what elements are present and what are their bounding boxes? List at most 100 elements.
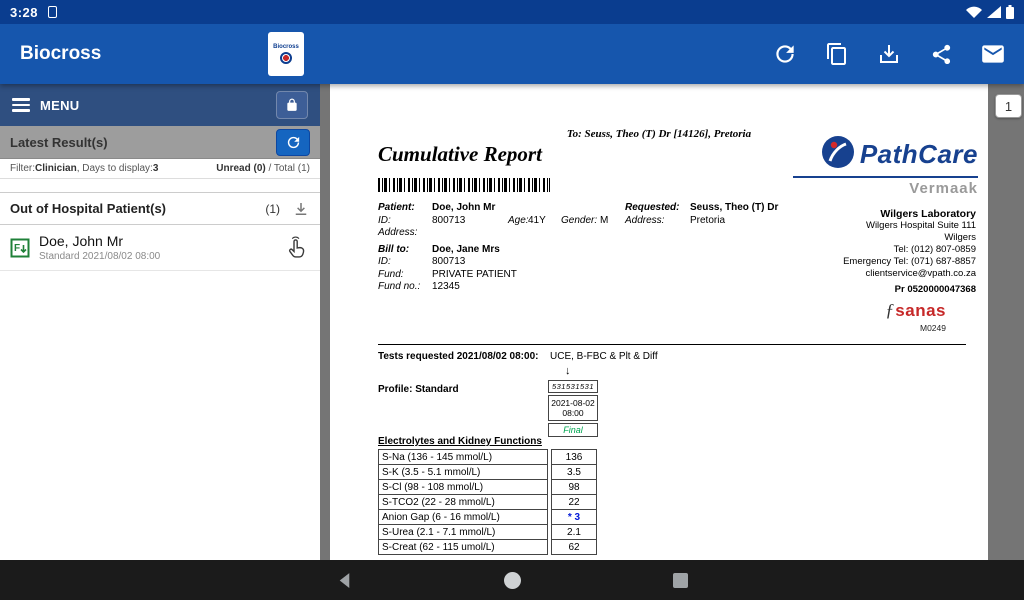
- bill-id-label: ID:: [378, 256, 391, 267]
- share-button[interactable]: [926, 39, 956, 69]
- recents-square-icon: [673, 573, 688, 588]
- report-title: Cumulative Report: [378, 142, 542, 167]
- result-test-name: S-K (3.5 - 5.1 mmol/L): [378, 465, 548, 480]
- biocross-logo-globe-icon: [280, 52, 292, 64]
- patient-name-value: Doe, John Mr: [432, 202, 495, 213]
- back-button[interactable]: [330, 566, 358, 594]
- hamburger-icon[interactable]: [12, 98, 30, 112]
- result-value: 3.5: [551, 465, 597, 480]
- wifi-icon: [966, 6, 982, 18]
- app-title: Biocross: [20, 43, 101, 65]
- tap-hand-icon: [284, 235, 308, 261]
- lab-tel: Tel: (012) 807-0859: [843, 244, 976, 256]
- bill-id-row: ID: 800713: [378, 256, 858, 269]
- lab-pr-number: Pr 0520000047368: [843, 284, 976, 296]
- requested-address-label: Address:: [625, 215, 664, 226]
- result-test-name: S-Urea (2.1 - 7.1 mmol/L): [378, 525, 548, 540]
- notification-icon: [48, 6, 57, 18]
- svg-text:F: F: [14, 243, 20, 254]
- report-page[interactable]: To: Seuss, Theo (T) Dr [14126], Pretoria…: [330, 84, 988, 560]
- sample-number: 531531531: [548, 380, 598, 393]
- latest-results-label: Latest Result(s): [10, 135, 108, 150]
- result-row: Anion Gap (6 - 16 mmol/L) * 3: [378, 510, 597, 525]
- sidebar-spacer: [0, 179, 320, 192]
- app-bar: Biocross Biocross: [0, 24, 1024, 84]
- bill-to-value: Doe, Jane Mrs: [432, 244, 500, 255]
- pathcare-brand: PathCare: [860, 139, 978, 170]
- result-row: S-Na (136 - 145 mmol/L) 136: [378, 449, 597, 465]
- bill-to-label: Bill to:: [378, 244, 409, 255]
- filter-row[interactable]: Filter: Clinician , Days to display: 3 U…: [0, 159, 320, 179]
- sanas-text: sanas: [895, 301, 946, 321]
- menu-label[interactable]: MENU: [40, 98, 79, 113]
- tests-requested-value: UCE, B-FBC & Plt & Diff: [550, 351, 658, 362]
- gender-value: M: [600, 215, 608, 226]
- sync-button[interactable]: [276, 129, 310, 156]
- unread-count: Unread (0): [216, 163, 265, 174]
- patient-label: Patient:: [378, 202, 415, 213]
- result-test-name: S-Na (136 - 145 mmol/L): [378, 449, 548, 465]
- section-count: (1): [265, 202, 280, 216]
- sidebar: MENU Latest Result(s) Filter: Clinician …: [0, 84, 320, 560]
- requested-address-value: Pretoria: [690, 215, 725, 226]
- lab-address-1: Wilgers Hospital Suite 111: [843, 220, 976, 232]
- document-viewer[interactable]: To: Seuss, Theo (T) Dr [14126], Pretoria…: [320, 84, 1024, 560]
- id-row: ID: 800713 Age: 41Y Gender: M Address: P…: [378, 215, 858, 228]
- patient-row: Patient: Doe, John Mr Requested: Seuss, …: [378, 202, 858, 215]
- refresh-button[interactable]: [770, 39, 800, 69]
- clock: 3:28: [10, 5, 38, 20]
- result-test-name: S-TCO2 (22 - 28 mmol/L): [378, 495, 548, 510]
- pages-button[interactable]: [822, 39, 852, 69]
- pathcare-emblem-icon: [820, 134, 856, 175]
- results-section-heading: Electrolytes and Kidney Functions: [378, 436, 542, 447]
- result-test-name: S-Creat (62 - 115 umol/L): [378, 540, 548, 555]
- flow-arrow: ↓: [565, 365, 571, 377]
- result-row: S-Urea (2.1 - 7.1 mmol/L) 2.1: [378, 525, 597, 540]
- id-value: 800713: [432, 215, 465, 226]
- section-title: Out of Hospital Patient(s): [10, 201, 166, 216]
- fund-no-value: 12345: [432, 281, 460, 292]
- bill-to-row: Bill to: Doe, Jane Mrs: [378, 244, 858, 257]
- filter-label: Filter:: [10, 163, 35, 174]
- gender-label: Gender:: [561, 215, 597, 226]
- pathcare-logo: PathCare Vermaak: [793, 134, 978, 197]
- patient-info-block: Patient: Doe, John Mr Requested: Seuss, …: [378, 202, 858, 294]
- sample-status: Final: [548, 423, 598, 437]
- android-nav-bar: [0, 560, 1024, 600]
- patient-detail: Standard 2021/08/02 08:00: [39, 251, 160, 262]
- lab-name: Wilgers Laboratory: [843, 208, 976, 220]
- address-label: Address:: [378, 227, 417, 238]
- fund-no-row: Fund no.: 12345: [378, 281, 858, 294]
- sample-date: 2021-08-02: [549, 398, 597, 408]
- app-bar-actions: [770, 24, 1008, 84]
- menu-bar: MENU: [0, 84, 320, 126]
- email-button[interactable]: [978, 39, 1008, 69]
- section-download-icon[interactable]: [292, 200, 310, 218]
- home-button[interactable]: [498, 566, 526, 594]
- result-value: 2.1: [551, 525, 597, 540]
- sample-time: 08:00: [549, 408, 597, 418]
- result-row: S-Cl (98 - 108 mmol/L) 98: [378, 480, 597, 495]
- result-test-name: S-Cl (98 - 108 mmol/L): [378, 480, 548, 495]
- patient-list-item[interactable]: F Doe, John Mr Standard 2021/08/02 08:00: [0, 225, 320, 271]
- result-row: S-Creat (62 - 115 umol/L) 62: [378, 540, 597, 555]
- recents-button[interactable]: [666, 566, 694, 594]
- filter-clinician: Clinician: [35, 163, 77, 174]
- result-row: S-TCO2 (22 - 28 mmol/L) 22: [378, 495, 597, 510]
- out-of-hospital-section[interactable]: Out of Hospital Patient(s) (1): [0, 192, 320, 225]
- download-button[interactable]: [874, 39, 904, 69]
- result-value: * 3: [551, 510, 597, 525]
- latest-results-header: Latest Result(s): [0, 126, 320, 159]
- result-row: S-K (3.5 - 5.1 mmol/L) 3.5: [378, 465, 597, 480]
- bill-id-value: 800713: [432, 256, 465, 267]
- sanas-mark-icon: ƒ: [885, 300, 894, 321]
- sample-datetime: 2021-08-02 08:00: [548, 395, 598, 421]
- address-row: Address:: [378, 227, 858, 240]
- app-screen: 3:28 Biocross Biocross: [0, 0, 1024, 600]
- sanas-logo: ƒ sanas M0249: [885, 300, 946, 333]
- result-value: 62: [551, 540, 597, 555]
- biocross-logo-text: Biocross: [273, 44, 299, 50]
- result-value: 98: [551, 480, 597, 495]
- pathcare-subbrand: Vermaak: [793, 176, 978, 197]
- lock-button[interactable]: [276, 91, 308, 119]
